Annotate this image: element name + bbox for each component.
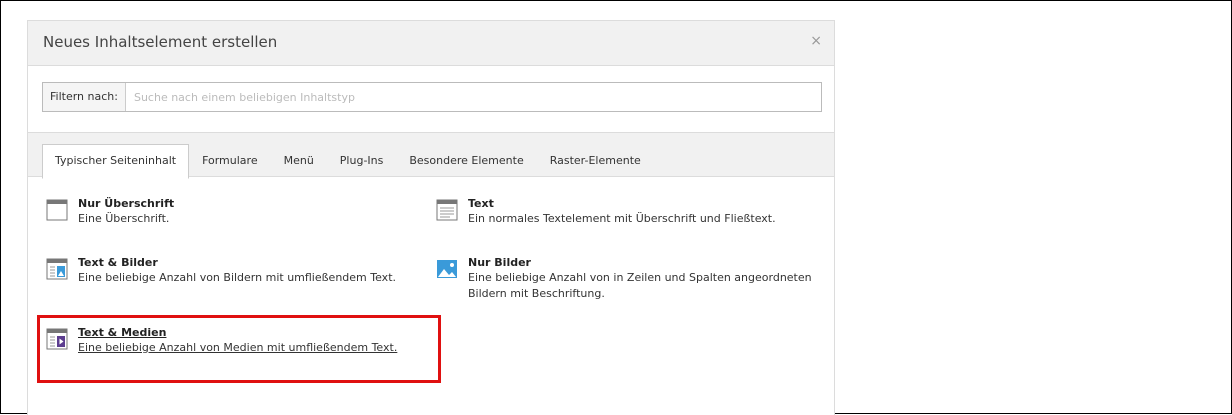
search-input[interactable]: [125, 83, 821, 111]
tab-special-elements[interactable]: Besondere Elemente: [396, 144, 536, 177]
element-name: Text & Bilder: [78, 256, 158, 269]
tab-forms[interactable]: Formulare: [189, 144, 271, 177]
modal-title: Neues Inhaltselement erstellen: [43, 33, 278, 51]
modal-header: Neues Inhaltselement erstellen ×: [28, 21, 834, 66]
tab-grid-elements[interactable]: Raster-Elemente: [537, 144, 654, 177]
tab-typical-page-content[interactable]: Typischer Seiteninhalt: [42, 144, 190, 179]
close-icon[interactable]: ×: [810, 33, 822, 49]
filter-group: Filtern nach:: [42, 82, 822, 112]
tab-menu[interactable]: Menü: [271, 144, 327, 177]
element-description: Ein normales Textelement mit Überschrift…: [468, 212, 776, 225]
tabs-bar: Typischer Seiteninhalt Formulare Menü Pl…: [28, 133, 834, 179]
tab-plugins[interactable]: Plug-Ins: [327, 144, 397, 177]
highlight-annotation: [37, 315, 441, 383]
element-name: Text: [468, 197, 494, 210]
filter-label: Filtern nach:: [43, 83, 126, 111]
text-icon: [436, 199, 458, 221]
tab-list: Typischer Seiteninhalt Formulare Menü Pl…: [42, 144, 654, 179]
element-name: Nur Bilder: [468, 256, 531, 269]
element-name: Nur Überschrift: [78, 197, 175, 210]
images-icon: [437, 260, 457, 278]
element-description: Eine beliebige Anzahl von in Zeilen und …: [468, 271, 812, 300]
element-description: Eine beliebige Anzahl von Bildern mit um…: [78, 271, 397, 284]
text-images-icon: [46, 258, 68, 280]
header-icon: [46, 199, 68, 221]
element-description: Eine Überschrift.: [78, 212, 170, 225]
filter-area: Filtern nach:: [28, 66, 834, 133]
